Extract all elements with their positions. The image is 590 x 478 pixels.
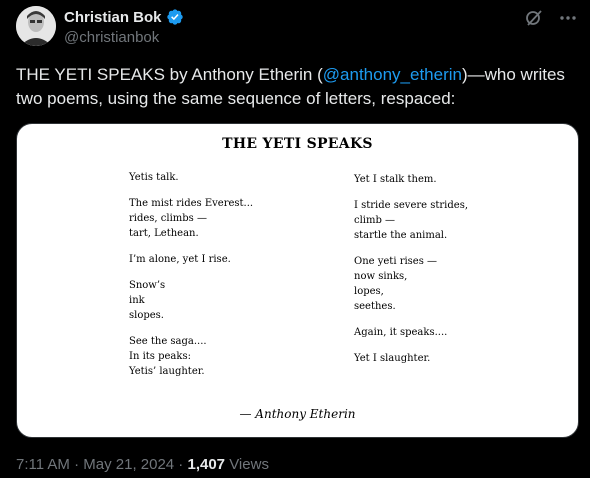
poem-stanza: Yetis talk.: [129, 170, 253, 185]
verified-badge-icon: [166, 9, 183, 25]
poem-line: now sinks,: [354, 271, 408, 282]
poem-line: I stride severe strides,: [354, 200, 469, 211]
poem-line: See the saga....: [129, 336, 207, 347]
poem-stanza: Yet I slaughter.: [354, 351, 468, 366]
poem-line: startle the animal.: [354, 230, 448, 241]
timestamp[interactable]: 7:11 AM · May 21, 2024 ·: [16, 456, 187, 473]
avatar-portrait: [16, 6, 56, 46]
poem-stanza: See the saga.... In its peaks: Yetis’ laug…: [129, 334, 253, 379]
tweet-text-before: THE YETI SPEAKS by Anthony Etherin (: [16, 65, 323, 84]
tweet-image[interactable]: THE YETI SPEAKS Yetis talk. The mist ride…: [16, 123, 579, 438]
poem-line: The mist rides Everest...: [129, 198, 254, 209]
poem-line: Yetis talk.: [129, 172, 179, 183]
poem-line: Yetis’ laughter.: [129, 366, 205, 377]
poem-stanza: Again, it speaks....: [354, 325, 468, 340]
poem-stanza: One yeti rises — now sinks, lopes, seethes.: [354, 254, 468, 314]
poem-right-column: Yet I stalk them. I stride severe strides…: [354, 172, 468, 377]
poem-line: I’m alone, yet I rise.: [129, 254, 231, 265]
poem-line: Yet I stalk them.: [354, 174, 437, 185]
poem-line: Again, it speaks....: [354, 327, 448, 338]
poem-line: Snow’s: [129, 280, 166, 291]
tweet-meta: 7:11 AM · May 21, 2024 · 1,407 Views: [16, 456, 269, 473]
poem-line: seethes.: [354, 301, 396, 312]
poem-title: THE YETI SPEAKS: [222, 136, 373, 152]
poem-line: slopes.: [129, 310, 164, 321]
views-count: 1,407: [187, 456, 226, 473]
author-handle[interactable]: @christianbok: [64, 29, 159, 46]
avatar[interactable]: [16, 6, 56, 46]
poem-line: Yet I slaughter.: [354, 353, 431, 364]
author-name[interactable]: Christian Bok: [64, 9, 162, 26]
more-icon[interactable]: [558, 8, 578, 28]
poem-stanza: The mist rides Everest... rides, climbs —…: [129, 196, 253, 241]
views-label: Views: [225, 456, 269, 473]
poem-line: One yeti rises —: [354, 256, 438, 267]
poem-line: tart, Lethean.: [129, 228, 199, 239]
poem-attribution: — Anthony Etherin: [239, 407, 356, 421]
poem-line: ink: [129, 295, 145, 306]
poem-stanza: Yet I stalk them.: [354, 172, 468, 187]
poem-left-column: Yetis talk. The mist rides Everest... ride…: [129, 170, 253, 390]
poem-line: In its peaks:: [129, 351, 191, 362]
poem-stanza: I’m alone, yet I rise.: [129, 252, 253, 267]
poem-line: rides, climbs —: [129, 213, 207, 224]
mention-link[interactable]: @anthony_etherin: [323, 65, 462, 84]
grok-icon[interactable]: [524, 8, 544, 28]
poem-stanza: Snow’s ink slopes.: [129, 278, 253, 323]
poem-line: climb —: [354, 215, 396, 226]
poem-stanza: I stride severe strides, climb — startle t…: [354, 198, 468, 243]
tweet-text: THE YETI SPEAKS by Anthony Etherin (@ant…: [16, 63, 576, 111]
poem-line: lopes,: [354, 286, 384, 297]
